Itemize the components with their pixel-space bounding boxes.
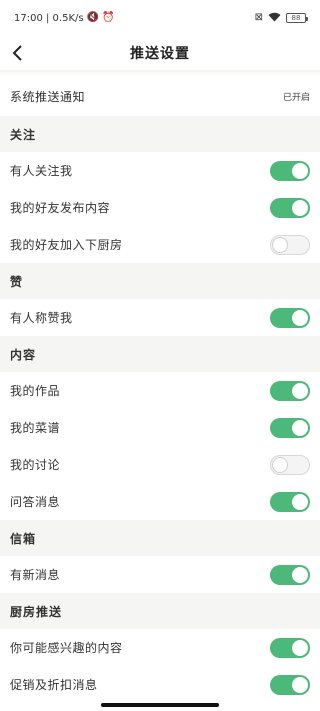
toggle-knob — [292, 162, 308, 179]
status-bar: 17:00 | 0.5K/s 🔇 ⏰ ⊠ 88 — [0, 0, 320, 36]
toggle-knob — [292, 639, 308, 656]
setting-row: 问答消息 — [0, 483, 320, 520]
toggle-switch[interactable] — [270, 637, 310, 658]
setting-label: 问答消息 — [10, 495, 61, 509]
toggle-knob — [292, 566, 308, 583]
toggle-knob — [292, 382, 308, 399]
setting-row: 我的好友发布内容 — [0, 189, 320, 226]
toggle-knob — [292, 493, 308, 510]
setting-row: 促销及折扣消息 — [0, 666, 320, 703]
toggle-knob — [272, 456, 288, 473]
setting-row: 我的好友加入下厨房 — [0, 226, 320, 263]
back-button[interactable] — [12, 36, 42, 70]
toggle-switch[interactable] — [270, 160, 310, 181]
toggle-knob — [292, 199, 308, 216]
chevron-left-icon — [12, 45, 22, 61]
system-push-row[interactable]: 系统推送通知 已开启 — [0, 76, 320, 116]
section-header: 关注 — [0, 116, 320, 152]
setting-label: 我的好友加入下厨房 — [10, 238, 123, 252]
nav-bar: 推送设置 — [0, 36, 320, 70]
status-left: 17:00 | 0.5K/s 🔇 ⏰ — [14, 13, 115, 24]
setting-row: 有人关注我 — [0, 152, 320, 189]
status-time: 17:00 | 0.5K/s — [14, 12, 84, 24]
toggle-switch[interactable] — [270, 564, 310, 585]
toggle-knob — [292, 676, 308, 693]
status-right: ⊠ 88 — [254, 12, 308, 25]
setting-label: 我的作品 — [10, 384, 61, 398]
toggle-knob — [292, 419, 308, 436]
toggle-switch[interactable] — [270, 491, 310, 512]
toggle-switch[interactable] — [270, 234, 310, 255]
toggle-switch[interactable] — [270, 307, 310, 328]
setting-label: 有人称赞我 — [10, 311, 73, 325]
setting-label: 我的好友发布内容 — [10, 201, 111, 215]
mute-icon: 🔇 — [86, 12, 100, 23]
setting-row: 我的菜谱 — [0, 409, 320, 446]
setting-row: 有人称赞我 — [0, 299, 320, 336]
setting-label: 我的讨论 — [10, 458, 61, 472]
setting-row: 我的作品 — [0, 372, 320, 409]
section-header: 信箱 — [0, 520, 320, 556]
setting-label: 你可能感兴趣的内容 — [10, 641, 123, 655]
section-header: 赞 — [0, 263, 320, 299]
setting-row: 有新消息 — [0, 556, 320, 593]
toggle-switch[interactable] — [270, 674, 310, 695]
toggle-switch[interactable] — [270, 380, 310, 401]
setting-row: 我的讨论 — [0, 446, 320, 483]
setting-label: 我的菜谱 — [10, 421, 61, 435]
toggle-switch[interactable] — [270, 417, 310, 438]
system-push-status: 已开启 — [282, 92, 310, 103]
page-title: 推送设置 — [130, 46, 190, 62]
setting-label: 有新消息 — [10, 568, 61, 582]
settings-list: 关注有人关注我我的好友发布内容 我的好友加入下厨房赞有人称赞我内容我的作品我的菜谱… — [0, 116, 320, 703]
section-header: 厨房推送 — [0, 593, 320, 629]
alarm-icon: ⏰ — [102, 12, 115, 23]
battery-icon: 88 — [286, 13, 308, 23]
sim-icon: ⊠ — [254, 12, 263, 23]
setting-label: 促销及折扣消息 — [10, 678, 98, 692]
toggle-switch[interactable] — [270, 197, 310, 218]
setting-label: 有人关注我 — [10, 164, 73, 178]
toggle-switch[interactable] — [270, 454, 310, 475]
setting-row: 你可能感兴趣的内容 — [0, 629, 320, 666]
home-indicator[interactable] — [101, 703, 219, 707]
toggle-knob — [272, 236, 288, 253]
section-header: 内容 — [0, 336, 320, 372]
wifi-icon — [268, 12, 281, 25]
system-push-label: 系统推送通知 — [10, 89, 86, 104]
toggle-knob — [292, 309, 308, 326]
